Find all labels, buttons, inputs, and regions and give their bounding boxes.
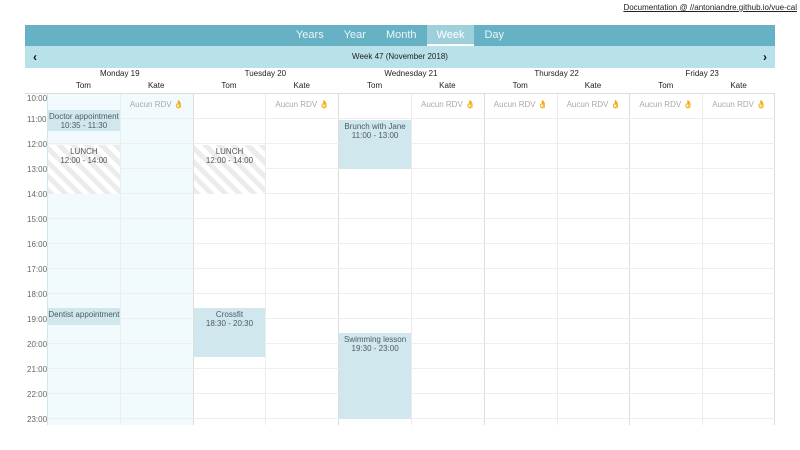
split-label: Tom (367, 81, 383, 90)
split-label: Tom (75, 81, 91, 90)
no-appointment-text: Aucun RDV (566, 100, 609, 109)
split-label: Kate (439, 81, 456, 90)
weekday-heading[interactable]: Friday 23 (629, 69, 775, 78)
time-label: 13:00 (27, 165, 48, 174)
time-label: 15:00 (27, 215, 48, 224)
time-grid: 10:00 11:00 12:00 13:00 14:00 15:00 16:00 17:00… (25, 94, 775, 425)
time-label: 11:00 (27, 115, 47, 124)
ok-hand-icon: 👌 (683, 100, 694, 109)
no-appointment-label: Aucun RDV 👌 (130, 100, 184, 109)
hour-line (47, 218, 775, 219)
ok-hand-icon: 👌 (756, 100, 767, 109)
no-appointment-label: Aucun RDV 👌 (494, 100, 548, 109)
split-label: Tom (512, 81, 528, 90)
hour-line (47, 368, 775, 369)
time-label: 17:00 (27, 265, 48, 274)
hour-line (47, 343, 775, 344)
time-label: 14:00 (27, 190, 48, 199)
event-time: 18:30 - 20:30 (205, 318, 254, 328)
split-label: Tom (658, 81, 674, 90)
event-title: Doctor appointment (48, 111, 119, 121)
next-arrow-icon[interactable]: › (757, 46, 773, 68)
hour-line (47, 268, 775, 269)
calendar-event[interactable]: Dentist appointment (48, 307, 120, 326)
no-appointment-label: Aucun RDV 👌 (421, 100, 475, 109)
weekday-heading[interactable]: Thursday 22 (484, 69, 630, 78)
ok-hand-icon: 👌 (610, 100, 621, 109)
time-label: 18:00 (27, 290, 48, 299)
ok-hand-icon: 👌 (537, 100, 548, 109)
hour-line (47, 168, 775, 169)
time-label: 12:00 (27, 140, 48, 149)
calendar-event[interactable]: Doctor appointment 10:35 - 11:30 (48, 109, 120, 132)
hour-line (47, 418, 775, 419)
no-appointment-label: Aucun RDV 👌 (275, 100, 329, 109)
event-title: Swimming lesson (343, 334, 407, 344)
time-label: 19:00 (27, 315, 48, 324)
no-appointment-text: Aucun RDV (421, 100, 463, 109)
no-appointment-text: Aucun RDV (275, 100, 318, 109)
no-appointment-label: Aucun RDV 👌 (639, 100, 693, 109)
time-label: 23:00 (27, 415, 48, 424)
event-time: 19:30 - 23:00 (351, 343, 399, 353)
calendar-title[interactable]: Week 47 (November 2018) (25, 46, 775, 68)
split-label: Tom (221, 81, 237, 90)
event-time: 12:00 - 14:00 (205, 156, 254, 165)
calendar-event[interactable]: Crossfit 18:30 - 20:30 (193, 307, 266, 357)
view-button-year[interactable]: Year (334, 25, 376, 46)
weekday-headings: Monday 19 Tom Kate Tuesday 20 Tom Kate Wednesd… (25, 68, 775, 94)
event-title: LUNCH (70, 147, 98, 156)
time-label: 22:00 (27, 390, 48, 399)
split-label: Kate (730, 81, 747, 90)
time-label: 21:00 (27, 365, 48, 374)
calendar: Years Year Month Week Day ‹ Week 47 (Novembe… (25, 25, 775, 425)
event-title: LUNCH (215, 147, 244, 156)
calendar-event[interactable]: LUNCH 12:00 - 14:00 (48, 145, 120, 194)
calendar-event[interactable]: LUNCH 12:00 - 14:00 (193, 145, 266, 194)
view-button-years[interactable]: Years (286, 25, 334, 46)
no-appointment-text: Aucun RDV (712, 100, 754, 109)
time-label: 20:00 (27, 340, 48, 349)
view-button-week[interactable]: Week (426, 25, 475, 46)
hour-line (47, 393, 775, 394)
event-title: Crossfit (215, 309, 244, 319)
view-button-month[interactable]: Month (376, 25, 427, 46)
hour-line (47, 118, 775, 119)
title-bar: ‹ Week 47 (November 2018) › (25, 46, 775, 68)
time-label: 16:00 (27, 240, 48, 249)
no-appointment-text: Aucun RDV (493, 100, 536, 109)
weekday-heading[interactable]: Wednesday 21 (338, 69, 484, 78)
no-appointment-label: Aucun RDV 👌 (712, 100, 766, 109)
split-label: Kate (293, 81, 311, 90)
calendar-event[interactable]: Swimming lesson 19:30 - 23:00 (339, 332, 411, 419)
event-time: 10:35 - 11:30 (60, 120, 108, 130)
weekday-heading[interactable]: Tuesday 20 (193, 69, 339, 78)
hour-line (47, 243, 775, 244)
hour-line (47, 143, 775, 144)
view-button-day[interactable]: Day (474, 25, 514, 46)
ok-hand-icon: 👌 (319, 100, 330, 109)
documentation-link[interactable]: Documentation @ //antoniandre.github.io/… (623, 3, 797, 12)
no-appointment-text: Aucun RDV (639, 100, 682, 109)
split-label: Kate (147, 81, 165, 90)
hour-line (47, 293, 775, 294)
event-time: 12:00 - 14:00 (60, 156, 108, 165)
no-appointment-text: Aucun RDV (129, 100, 172, 109)
event-title: Dentist appointment (48, 309, 120, 319)
view-selector: Years Year Month Week Day (25, 25, 775, 46)
hour-line (47, 193, 775, 194)
time-label: 10:00 (27, 94, 48, 103)
calendar-event[interactable]: Brunch with Jane 11:00 - 13:00 (339, 120, 411, 169)
ok-hand-icon: 👌 (465, 100, 475, 109)
hour-line (47, 318, 775, 319)
weekday-heading[interactable]: Monday 19 (47, 69, 193, 78)
no-appointment-label: Aucun RDV 👌 (567, 100, 621, 109)
event-title: Brunch with Jane (344, 122, 406, 131)
split-label: Kate (584, 81, 602, 90)
ok-hand-icon: 👌 (173, 100, 184, 109)
event-time: 11:00 - 13:00 (351, 131, 399, 140)
